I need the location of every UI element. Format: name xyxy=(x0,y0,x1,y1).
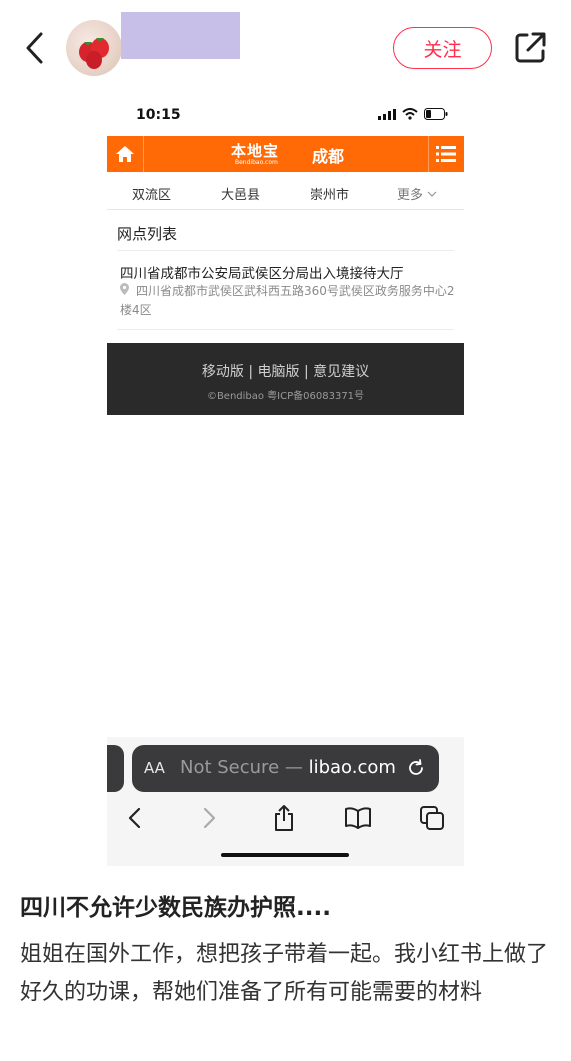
home-button[interactable] xyxy=(107,136,143,172)
share-button[interactable] xyxy=(512,30,548,66)
username-redacted xyxy=(121,12,240,59)
tabs-icon xyxy=(420,806,444,830)
previous-tab-peek[interactable] xyxy=(107,745,124,792)
city-label: 成都 xyxy=(312,147,345,166)
top-bar: 关注 xyxy=(0,0,571,96)
url-text: Not Secure — libao.com xyxy=(180,757,396,778)
not-secure-label: Not Secure — xyxy=(180,757,309,778)
post-image[interactable]: 10:15 本地宝 Bendibao.com 成都 双流区 大邑县 崇州市 更多… xyxy=(107,96,464,866)
book-icon xyxy=(345,807,371,829)
site-navbar: 本地宝 Bendibao.com 成都 xyxy=(107,136,464,172)
footer-links[interactable]: 移动版 | 电脑版 | 意见建议 xyxy=(107,361,464,381)
chevron-down-icon xyxy=(427,191,437,197)
chevron-left-icon xyxy=(128,807,141,829)
footer-copyright: ©Bendibao 粤ICP备06083371号 xyxy=(206,391,365,402)
more-districts-button[interactable]: 更多 xyxy=(397,184,437,203)
list-title: 网点列表 xyxy=(117,225,178,243)
post-title: 四川不允许少数民族办护照.... xyxy=(20,895,331,921)
follow-button[interactable]: 关注 xyxy=(393,27,492,69)
menu-button[interactable] xyxy=(428,136,464,172)
strawberry-avatar-image xyxy=(79,38,109,69)
battery-icon xyxy=(424,108,448,120)
address-text: 四川省成都市武侯区武科西五路360号武侯区政务服务中心2楼4区 xyxy=(120,284,455,317)
safari-bottom-bar: AA Not Secure — libao.com xyxy=(107,737,464,866)
home-indicator xyxy=(221,853,349,857)
status-bar: 10:15 xyxy=(107,96,464,136)
status-time: 10:15 xyxy=(136,107,181,123)
site-logo[interactable]: 本地宝 Bendibao.com xyxy=(231,140,295,168)
district-tab[interactable]: 崇州市 xyxy=(310,184,349,203)
more-label: 更多 xyxy=(397,188,424,203)
office-name-link[interactable]: 四川省成都市公安局武侯区分局出入境接待大厅 xyxy=(120,262,404,282)
post-body: 姐姐在国外工作，想把孩子带着一起。我小红书上做了好久的功课，帮她们准备了所有可能… xyxy=(20,942,549,1005)
reload-icon[interactable] xyxy=(405,757,427,779)
home-icon xyxy=(116,146,134,162)
avatar[interactable] xyxy=(66,20,122,76)
forward-nav-button[interactable] xyxy=(195,803,225,833)
chevron-right-icon xyxy=(203,807,216,829)
back-nav-button[interactable] xyxy=(119,803,149,833)
list-menu-icon xyxy=(436,146,456,162)
district-tabs: 双流区 大邑县 崇州市 更多 xyxy=(107,174,464,210)
reader-options-button[interactable]: AA xyxy=(144,759,165,777)
signal-icon xyxy=(378,108,396,120)
share-icon xyxy=(515,32,546,63)
district-tab[interactable]: 双流区 xyxy=(132,184,171,203)
back-button[interactable] xyxy=(18,28,50,68)
divider xyxy=(117,329,454,330)
logo-text: 本地宝 xyxy=(231,142,280,160)
share-icon xyxy=(275,805,293,831)
share-sheet-button[interactable] xyxy=(269,803,299,833)
bookmarks-button[interactable] xyxy=(343,803,373,833)
divider xyxy=(117,250,454,251)
office-address: 四川省成都市武侯区武科西五路360号武侯区政务服务中心2楼4区 xyxy=(120,282,455,320)
district-tab[interactable]: 大邑县 xyxy=(221,184,260,203)
chevron-left-icon xyxy=(26,32,43,64)
logo-subtext: Bendibao.com xyxy=(235,159,278,166)
tabs-button[interactable] xyxy=(417,803,447,833)
status-icons xyxy=(378,108,448,120)
wifi-icon xyxy=(402,108,418,120)
location-pin-icon xyxy=(120,282,132,301)
url-host: libao.com xyxy=(308,757,396,778)
site-footer: 移动版 | 电脑版 | 意见建议 ©Bendibao 粤ICP备06083371… xyxy=(107,343,464,415)
nav-divider xyxy=(143,136,144,172)
address-bar[interactable]: AA Not Secure — libao.com xyxy=(132,745,439,792)
